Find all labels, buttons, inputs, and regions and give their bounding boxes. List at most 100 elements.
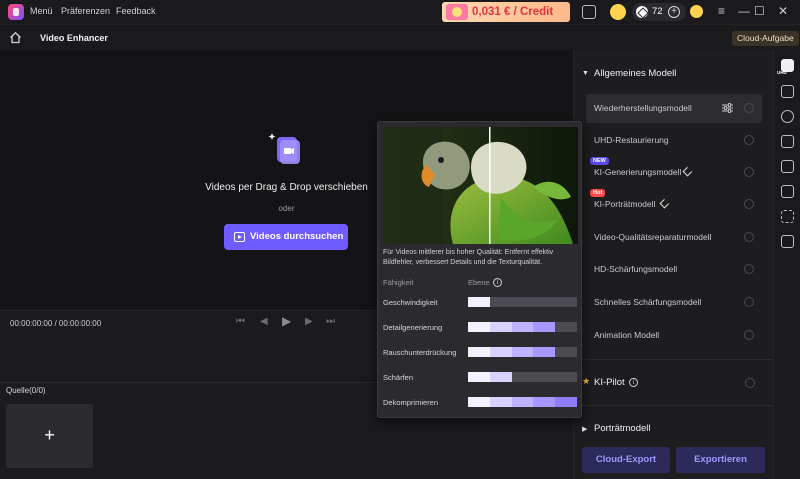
ability-level-segment <box>511 397 534 407</box>
model-tooltip: Für Videos mittlerer bis hoher Qualität:… <box>377 121 582 418</box>
ability-level-bar <box>468 322 577 332</box>
model-radio[interactable] <box>744 232 754 242</box>
credits-count: 72 <box>652 6 663 17</box>
ability-label: Dekomprimieren <box>383 398 439 407</box>
close-icon[interactable]: ✕ <box>778 4 788 18</box>
browse-videos-button[interactable]: Videos durchsuchen <box>224 224 348 250</box>
model-radio[interactable] <box>744 135 754 145</box>
ability-level-bar <box>468 297 577 307</box>
home-icon[interactable] <box>9 31 22 44</box>
minimize-icon[interactable]: — <box>738 4 750 18</box>
folder-play-icon <box>234 232 245 242</box>
browse-videos-label: Videos durchsuchen <box>250 231 344 242</box>
sub-header: Video Enhancer Cloud-Aufgabe <box>0 24 800 50</box>
menu-lines-icon[interactable]: ≡ <box>718 4 725 18</box>
model-name: Wiederherstellungsmodell <box>594 103 692 113</box>
play-icon[interactable]: ▶ <box>282 314 291 328</box>
title-bar: Menü Präferenzen Feedback 0,031 € / Cred… <box>0 0 800 24</box>
pen-edit-icon[interactable] <box>781 160 794 173</box>
model-name: KI-Generierungsmodell <box>594 167 682 177</box>
message-icon[interactable] <box>582 5 596 19</box>
ability-level-segment <box>489 372 512 382</box>
ability-level-segment <box>555 397 577 407</box>
ability-level-segment <box>489 322 512 332</box>
credit-text: 0,031 € / Credit <box>472 6 554 18</box>
export-button[interactable]: Exportieren <box>676 447 765 473</box>
premium-gem-icon <box>659 198 670 209</box>
page-title: Video Enhancer <box>40 33 108 43</box>
model-name: Video-Qualitätsreparaturmodell <box>594 232 712 242</box>
skip-start-icon[interactable]: ⏮ <box>236 316 245 327</box>
ability-label: Geschwindigkeit <box>383 298 438 307</box>
ability-level-segment <box>468 372 490 382</box>
user-avatar-icon[interactable] <box>690 5 703 18</box>
step-back-icon[interactable]: ◀ <box>260 316 268 327</box>
new-badge: NEW <box>590 157 609 165</box>
add-video-tile[interactable]: + <box>6 404 93 468</box>
add-credits-icon[interactable]: + <box>668 6 680 18</box>
menu-item-preferences[interactable]: Präferenzen <box>61 6 110 16</box>
ability-level-segment <box>489 347 512 357</box>
model-row-ai-generation[interactable]: NEW KI-Generierungsmodell <box>586 157 762 187</box>
model-radio[interactable] <box>744 264 754 274</box>
model-radio[interactable] <box>744 199 754 209</box>
model-radio[interactable] <box>744 330 754 340</box>
model-radio[interactable] <box>744 297 754 307</box>
model-name: Animation Modell <box>594 330 660 340</box>
collapse-caret-icon[interactable]: ▼ <box>582 70 589 77</box>
ability-level-segment <box>533 397 556 407</box>
expand-caret-icon[interactable]: ▶ <box>582 425 587 433</box>
skip-end-icon[interactable]: ⏭ <box>326 316 335 327</box>
coin-icon[interactable] <box>610 4 626 20</box>
portrait-model-header[interactable]: Porträtmodell <box>594 423 651 434</box>
general-model-header[interactable]: Allgemeines Modell <box>594 68 676 79</box>
ability-level-segment <box>511 347 534 357</box>
model-row-restoration[interactable]: Wiederherstellungsmodell <box>586 94 762 123</box>
ability-list: Geschwindigkeit Detailgenerierung Rauschun… <box>378 122 583 419</box>
model-row-animation[interactable]: Animation Modell <box>586 321 762 350</box>
ability-level-segment <box>468 322 490 332</box>
eraser-icon[interactable] <box>781 185 794 198</box>
ability-label: Rauschunterdrückung <box>383 348 457 357</box>
grid-icon[interactable] <box>781 135 794 148</box>
credit-banner[interactable]: 0,031 € / Credit <box>442 2 570 22</box>
edit-curve-icon[interactable] <box>781 85 794 98</box>
step-forward-icon[interactable]: ▶ <box>305 316 313 327</box>
model-name: KI-Porträtmodell <box>594 199 656 209</box>
model-row-ai-portrait[interactable]: Hot KI-Porträtmodell <box>586 189 762 219</box>
magic-select-icon[interactable] <box>781 210 794 223</box>
app-logo <box>8 4 24 20</box>
timecode: 00:00:00:00 / 00:00:00:00 <box>10 319 102 328</box>
gift-icon <box>446 4 468 20</box>
ability-level-bar <box>468 347 577 357</box>
ability-label: Detailgenerierung <box>383 323 443 332</box>
model-row-fast-sharpen[interactable]: Schnelles Schärfungsmodell <box>586 288 762 317</box>
uhd-label: UHD <box>777 70 787 75</box>
ability-level-segment <box>468 397 490 407</box>
settings-sliders-icon[interactable] <box>722 103 733 113</box>
cloud-export-button[interactable]: Cloud-Export <box>582 447 670 473</box>
ki-pilot-label[interactable]: KI-Pilot <box>594 377 625 388</box>
cloud-task-button[interactable]: Cloud-Aufgabe <box>732 31 799 46</box>
ability-level-bar <box>468 397 577 407</box>
ability-level-segment <box>489 397 512 407</box>
panel-divider <box>574 359 772 360</box>
video-upload-icon <box>268 133 300 164</box>
credits-pill[interactable]: 72 + <box>632 3 686 21</box>
model-radio[interactable] <box>744 103 754 113</box>
ability-level-bar <box>468 372 577 382</box>
hot-badge: Hot <box>590 189 606 197</box>
ability-level-segment <box>468 347 490 357</box>
rotate-icon[interactable] <box>781 110 794 123</box>
maximize-icon[interactable]: ☐ <box>754 4 765 18</box>
video-play-icon[interactable] <box>781 235 794 248</box>
model-row-hd-sharpen[interactable]: HD-Schärfungsmodell <box>586 255 762 284</box>
menu-item-feedback[interactable]: Feedback <box>116 6 156 16</box>
model-name: Schnelles Schärfungsmodell <box>594 297 702 307</box>
model-radio[interactable] <box>744 167 754 177</box>
menu-item-menu[interactable]: Menü <box>30 6 53 16</box>
model-row-uhd[interactable]: UHD-Restaurierung <box>586 126 762 155</box>
info-icon[interactable]: i <box>629 378 638 387</box>
ki-pilot-radio[interactable] <box>745 378 755 388</box>
model-row-quality-repair[interactable]: Video-Qualitätsreparaturmodell <box>586 223 762 252</box>
